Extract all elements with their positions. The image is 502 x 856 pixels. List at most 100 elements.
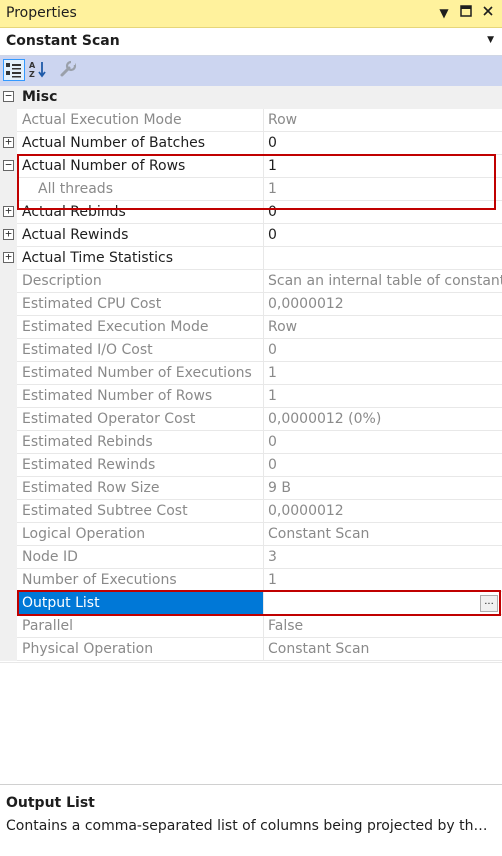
property-row[interactable]: + Actual Number of Batches 0 [0,132,502,155]
property-value: 0 [264,224,502,247]
categorized-button[interactable] [3,59,25,81]
property-row[interactable]: Estimated CPU Cost 0,0000012 [0,293,502,316]
wrench-icon [60,60,77,77]
property-value: 0,0000012 [264,500,502,523]
property-row[interactable]: Logical Operation Constant Scan [0,523,502,546]
property-value: Constant Scan [264,523,502,546]
property-value: Constant Scan [264,638,502,661]
property-row[interactable]: Estimated Rewinds 0 [0,454,502,477]
property-value: 0 [264,454,502,477]
property-row[interactable]: Estimated Number of Rows 1 [0,385,502,408]
sort-alphabetical-icon: A Z [29,61,46,79]
property-name: Output List [17,592,264,615]
property-row[interactable]: All threads 1 [0,178,502,201]
property-value: 1 [264,362,502,385]
property-value: 3 [264,546,502,569]
property-name: Actual Rewinds [17,224,264,247]
property-name: Actual Number of Batches [17,132,264,155]
property-value: 0 [264,132,502,155]
collapse-icon[interactable]: − [3,90,14,102]
property-name: Estimated Execution Mode [17,316,264,339]
property-row[interactable]: Estimated I/O Cost 0 [0,339,502,362]
svg-text:A: A [29,61,36,70]
description-pane: Output List Contains a comma-separated l… [0,784,502,856]
property-value: 0,0000012 [264,293,502,316]
description-text: Contains a comma-separated list of colum… [6,818,494,834]
categorized-icon [6,63,21,78]
expand-icon[interactable]: + [3,205,14,217]
property-value: 0 [264,339,502,362]
property-value: Row [264,316,502,339]
property-row[interactable]: Estimated Execution Mode Row [0,316,502,339]
property-row[interactable]: Physical Operation Constant Scan [0,638,502,661]
panel-title: Properties [6,5,77,21]
property-name: Parallel [17,615,264,638]
object-selector[interactable]: Constant Scan ▼ [0,28,502,56]
property-name: Logical Operation [17,523,264,546]
property-name: Estimated Number of Executions [17,362,264,385]
property-name: Node ID [17,546,264,569]
property-row[interactable]: Description Scan an internal table of co… [0,270,502,293]
category-label: Misc [22,89,58,105]
property-name: Description [17,270,264,293]
expand-icon[interactable]: + [3,136,14,148]
property-value: 1 [264,155,502,178]
property-row[interactable]: Estimated Operator Cost 0,0000012 (0%) [0,408,502,431]
description-title: Output List [6,795,95,811]
property-name: Estimated Rewinds [17,454,264,477]
property-value: 1 [264,385,502,408]
property-name: Actual Execution Mode [17,109,264,132]
property-row[interactable]: + Actual Rewinds 0 [0,224,502,247]
property-value: 0 [264,431,502,454]
property-name: Estimated Operator Cost [17,408,264,431]
property-name: Physical Operation [17,638,264,661]
property-name: Estimated I/O Cost [17,339,264,362]
property-value: 0,0000012 (0%) [264,408,502,431]
pin-dropdown-icon[interactable]: ▼ [436,4,452,22]
maximize-icon[interactable] [458,4,474,22]
category-misc[interactable]: − Misc [0,86,502,109]
property-name: Estimated Rebinds [17,431,264,454]
property-value[interactable] [264,592,502,615]
chevron-down-icon[interactable]: ▼ [487,35,494,45]
property-pages-button [58,59,80,81]
property-name: Actual Number of Rows [17,155,264,178]
object-selector-value: Constant Scan [6,33,120,49]
svg-text:Z: Z [29,70,35,79]
property-row[interactable]: Number of Executions 1 [0,569,502,592]
property-row[interactable]: Estimated Rebinds 0 [0,431,502,454]
collapse-icon[interactable]: − [3,159,14,171]
property-name: All threads [17,178,264,201]
property-name: Estimated Subtree Cost [17,500,264,523]
property-value: Row [264,109,502,132]
property-value: Scan an internal table of constants. [264,270,502,293]
grid-empty-area [0,662,502,785]
property-value: False [264,615,502,638]
ellipsis-button[interactable]: ... [480,595,498,612]
panel-title-bar: Properties ▼ [0,0,502,28]
property-row[interactable]: Actual Execution Mode Row [0,109,502,132]
property-row[interactable]: Estimated Row Size 9 B [0,477,502,500]
property-row[interactable]: Node ID 3 [0,546,502,569]
property-name: Estimated Number of Rows [17,385,264,408]
property-name: Actual Time Statistics [17,247,264,270]
property-value: 9 B [264,477,502,500]
property-row[interactable]: − Actual Number of Rows 1 [0,155,502,178]
property-value: 1 [264,178,502,201]
close-icon[interactable] [480,4,496,22]
alphabetical-button[interactable]: A Z [28,59,50,81]
property-row[interactable]: + Actual Time Statistics [0,247,502,270]
property-name: Estimated CPU Cost [17,293,264,316]
property-value: 1 [264,569,502,592]
property-row[interactable]: Estimated Subtree Cost 0,0000012 [0,500,502,523]
property-name: Estimated Row Size [17,477,264,500]
property-value [264,247,502,270]
property-row[interactable]: Parallel False [0,615,502,638]
property-row[interactable]: + Actual Rebinds 0 [0,201,502,224]
property-row[interactable]: Estimated Number of Executions 1 [0,362,502,385]
property-name: Number of Executions [17,569,264,592]
expand-icon[interactable]: + [3,251,14,263]
property-name: Actual Rebinds [17,201,264,224]
expand-icon[interactable]: + [3,228,14,240]
property-row-selected[interactable]: Output List ... [0,592,502,615]
